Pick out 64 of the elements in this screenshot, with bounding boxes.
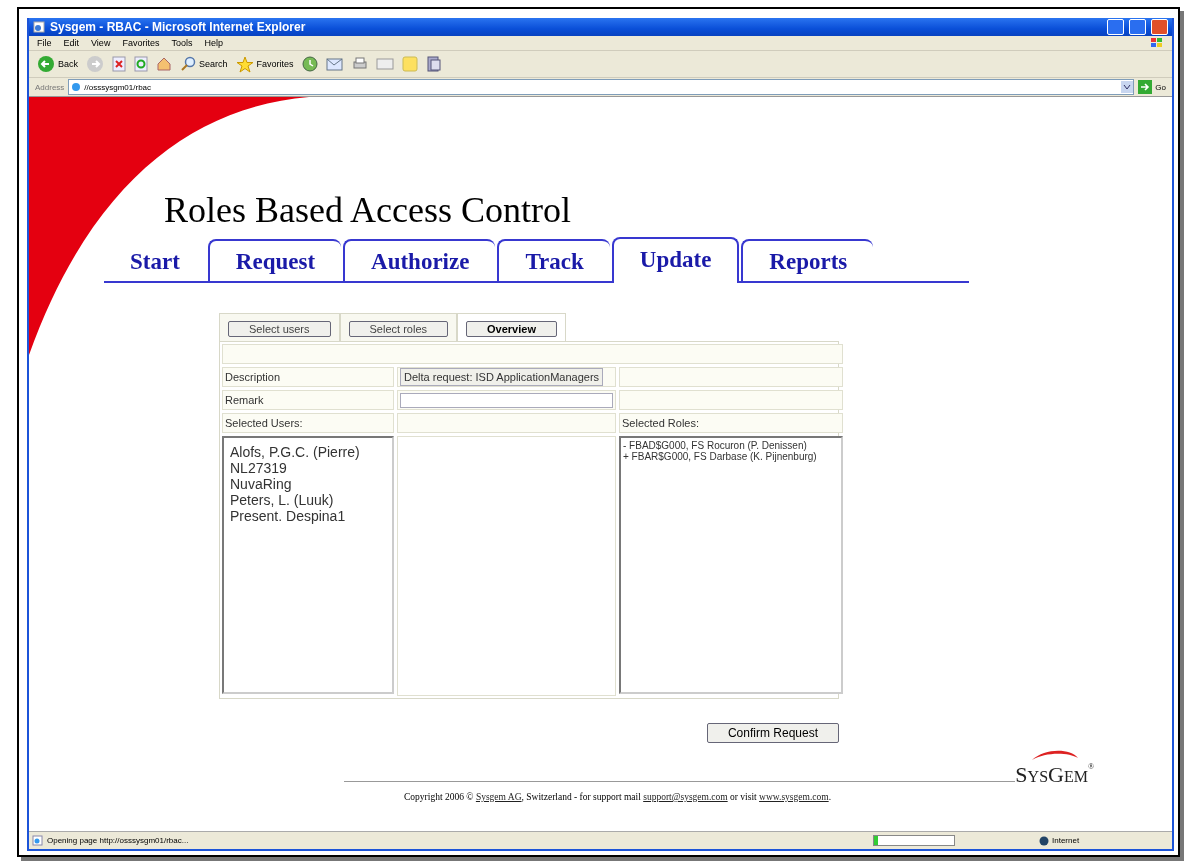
menu-item[interactable]: Help: [204, 38, 223, 48]
star-icon: [235, 55, 254, 73]
copyright-text: Copyright 2006 © Sysgem AG, Switzerland - for support mail support@sysgem.com or visit www.sysgem.com.: [404, 792, 833, 802]
description-label: Description: [225, 371, 281, 383]
sub-tab[interactable]: Select users: [228, 321, 331, 337]
globe-icon: [1039, 835, 1049, 846]
roles-label: Selected Roles:: [622, 417, 700, 429]
page-icon: [33, 21, 45, 33]
refresh-icon[interactable]: [134, 56, 148, 72]
sub-tab[interactable]: Overview: [466, 321, 557, 337]
footer-link[interactable]: Sysgem AG: [475, 792, 522, 802]
user-item[interactable]: NuvaRing: [230, 476, 292, 492]
user-item[interactable]: Alofs, P.G.C. (Pierre): [230, 444, 360, 460]
company-logo: SYSGEM ®: [1015, 762, 1094, 788]
stop-icon[interactable]: [112, 56, 126, 72]
footer-link[interactable]: support@sysgem.com: [643, 792, 728, 802]
close-button[interactable]: [1151, 19, 1168, 35]
remark-label: Remark: [225, 394, 264, 406]
research-icon[interactable]: [425, 56, 442, 72]
page-icon: [71, 82, 82, 92]
search-button[interactable]: Search: [180, 56, 228, 72]
maximize-button[interactable]: [1129, 19, 1146, 35]
nav-tab[interactable]: Request: [207, 239, 342, 281]
address-field[interactable]: //osssysgm01/rbac: [68, 79, 1135, 95]
user-item[interactable]: Peters, L. (Luuk): [230, 492, 334, 508]
mail-icon[interactable]: [325, 57, 344, 71]
search-icon: [180, 56, 196, 72]
footer-link[interactable]: www.sysgem.com: [759, 792, 829, 802]
address-label: Address: [35, 82, 65, 92]
remark-field[interactable]: [400, 392, 613, 408]
sub-tab[interactable]: Select roles: [348, 321, 448, 337]
confirm-button[interactable]: Confirm Request: [706, 723, 839, 743]
go-arrow-icon: [1138, 80, 1153, 94]
print-icon[interactable]: [351, 56, 368, 72]
description-field[interactable]: Delta request: ISD ApplicationManagers: [400, 368, 604, 386]
menu-item[interactable]: Favorites: [122, 38, 160, 48]
nav-tab[interactable]: Authorize: [343, 239, 496, 281]
minimize-button[interactable]: [1107, 19, 1124, 35]
home-icon[interactable]: [156, 56, 172, 72]
windows-flag-icon: [1150, 37, 1164, 49]
window-title: Sysgem - RBAC - Microsoft Internet Explorer: [50, 20, 307, 34]
role-item[interactable]: - FBAD$G000, FS Rocuron (P. Denissen): [623, 440, 807, 451]
nav-tab[interactable]: Track: [497, 239, 610, 281]
dropdown-caret-icon[interactable]: [1121, 81, 1134, 93]
user-item[interactable]: Present. Despina1: [230, 508, 346, 524]
favorites-button[interactable]: Favorites: [235, 55, 294, 73]
role-item[interactable]: + FBAR$G000, FS Darbase (K. Pijnenburg): [623, 451, 817, 462]
nav-tab[interactable]: Reports: [741, 239, 874, 281]
menu-item[interactable]: File: [37, 38, 52, 48]
history-icon[interactable]: [301, 56, 318, 72]
menu-item[interactable]: Tools: [171, 38, 193, 48]
menu-item[interactable]: View: [91, 38, 111, 48]
roles-list[interactable]: - FBAD$G000, FS Rocuron (P. Denissen) + FBAR$G000, FS Darbase (K. Pijnenburg): [619, 436, 843, 694]
menu-item[interactable]: Edit: [63, 38, 80, 48]
go-button[interactable]: Go: [1138, 80, 1166, 94]
back-button[interactable]: Back: [37, 55, 78, 73]
zone-text: Internet: [1052, 836, 1080, 845]
page-heading: Roles Based Access Control: [164, 189, 572, 232]
user-item[interactable]: NL27319: [230, 460, 287, 476]
page-icon: [32, 835, 43, 846]
nav-tab[interactable]: Update: [611, 237, 740, 283]
status-text: Opening page http://osssysgm01/rbac...: [47, 836, 189, 845]
users-list[interactable]: Alofs, P.G.C. (Pierre) NL27319 NuvaRing Peters, L. (Luuk) Present. Despina1: [222, 436, 394, 694]
users-label: Selected Users:: [225, 417, 303, 429]
